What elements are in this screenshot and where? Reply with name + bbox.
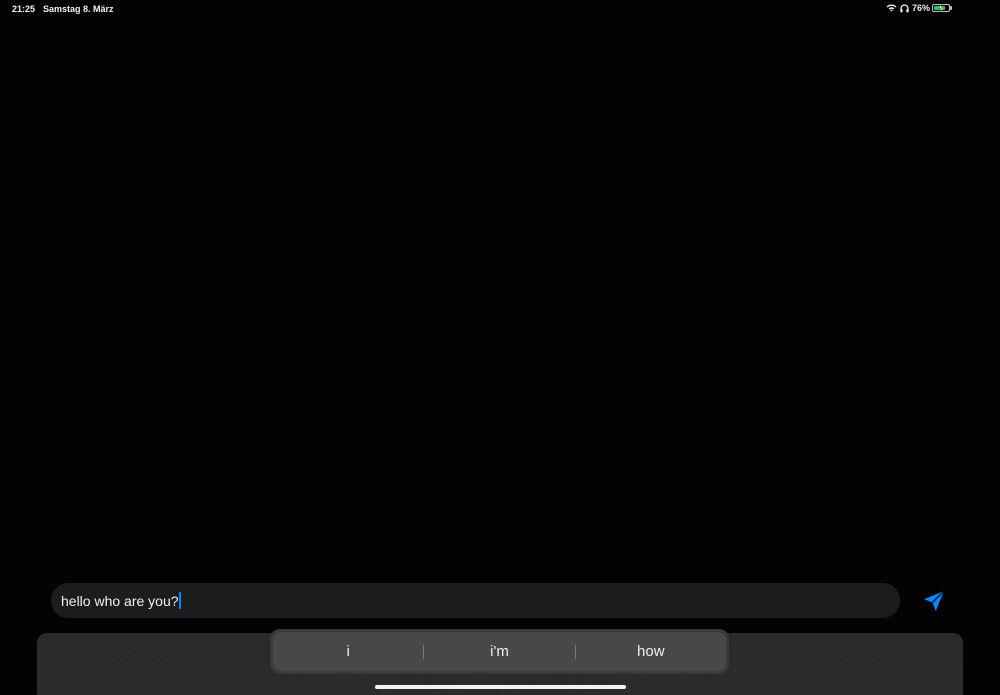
message-input[interactable]: hello who are you? <box>51 583 900 618</box>
status-indicators: 76% <box>886 3 930 13</box>
screen: 21:25 Samstag 8. März 76% hello who are … <box>0 0 1000 695</box>
battery-percent: 76% <box>911 3 930 13</box>
status-time: 21:25 <box>12 4 36 14</box>
predictive-text-bar: i i'm how <box>270 629 729 674</box>
predictive-suggestions: i i'm how <box>273 632 726 671</box>
home-indicator[interactable] <box>375 685 626 689</box>
status-date: Samstag 8. März <box>43 4 114 14</box>
text-cursor <box>178 592 181 609</box>
suggestion-3[interactable]: how <box>576 643 726 660</box>
suggestion-2[interactable]: i'm <box>424 643 574 660</box>
wifi-icon <box>886 4 897 12</box>
send-paper-plane-icon <box>924 590 945 611</box>
suggestion-1[interactable]: i <box>273 643 423 660</box>
charging-bolt-icon <box>938 4 944 12</box>
status-bar: 21:25 Samstag 8. März 76% <box>0 0 1000 18</box>
headphones-icon <box>900 3 909 13</box>
battery-cap <box>950 6 952 10</box>
send-button[interactable] <box>919 586 949 616</box>
message-input-text: hello who are you? <box>61 592 179 609</box>
